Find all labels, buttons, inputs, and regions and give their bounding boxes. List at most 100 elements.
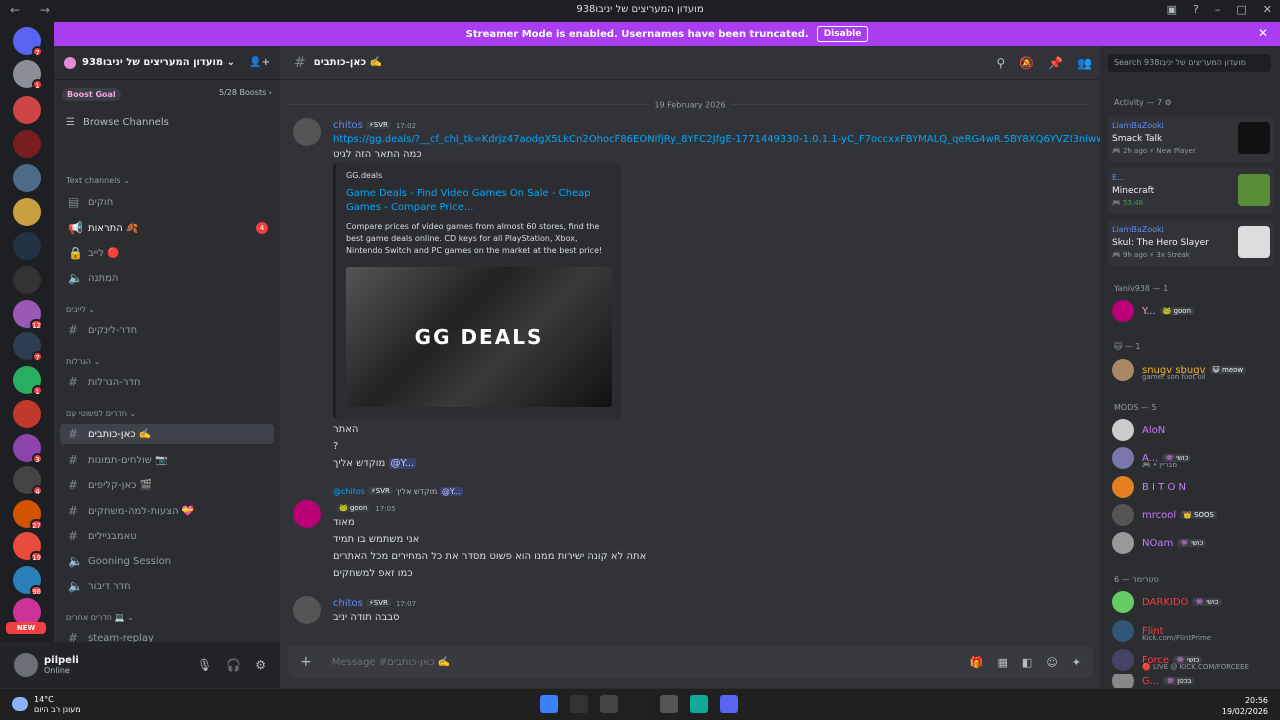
channel-item[interactable]: 🔈 חדר דיבור xyxy=(60,576,274,596)
member-item[interactable]: Flint Kick.com/FlintPrime xyxy=(1112,619,1274,643)
channel-item[interactable]: 🔈 Gooning Session xyxy=(60,551,274,571)
mute-icon[interactable]: 🔕 xyxy=(1019,56,1034,70)
channel-item[interactable]: # חדר-לינקים xyxy=(60,320,274,340)
channel-item[interactable]: 🔈 המתנה xyxy=(60,268,274,288)
server-icon[interactable]: 12 xyxy=(13,300,43,330)
message-link[interactable]: https://gg.deals/?__cf_chl_tk=Kdrjz47aod… xyxy=(333,134,1111,145)
threads-icon[interactable]: ⚲ xyxy=(996,56,1005,70)
members-icon[interactable]: 👥 xyxy=(1077,56,1092,70)
channel-item[interactable]: 📢 התראות 🍂 4 xyxy=(60,218,274,238)
server-icon[interactable]: 19 xyxy=(13,532,43,562)
channel-item-active[interactable]: # כאן-כותבים ✍️ xyxy=(60,424,274,444)
discord-icon[interactable] xyxy=(720,695,738,713)
avatar[interactable] xyxy=(293,500,321,528)
app-icon[interactable] xyxy=(660,695,678,713)
window-controls[interactable]: ▣? – □ ✕ xyxy=(1167,3,1272,16)
channel-item[interactable]: # חדר-הגרלות xyxy=(60,372,274,392)
channel-item[interactable]: # טאמבניילים xyxy=(60,526,274,546)
server-header[interactable]: מועדון המעריצים של יניבו938 ⌄ 👤+ xyxy=(54,46,280,80)
avatar[interactable] xyxy=(293,118,321,146)
embed-title[interactable]: Game Deals - Find Video Games On Sale - … xyxy=(346,187,616,215)
category-label[interactable]: הגרלות ⌄ xyxy=(66,357,100,366)
browse-channels[interactable]: ☰ Browse Channels xyxy=(66,117,268,128)
server-icon[interactable] xyxy=(13,164,41,192)
server-icon[interactable]: 3 xyxy=(13,434,43,464)
server-icon[interactable]: 27 xyxy=(13,500,43,530)
disable-button[interactable]: Disable xyxy=(816,26,869,42)
avatar[interactable] xyxy=(293,596,321,624)
channel-item[interactable]: # כאן-קליפים 🎬 xyxy=(60,475,274,495)
channel-item[interactable]: ▤ חוקים xyxy=(60,192,274,212)
category-label[interactable]: חדרים לפשוטי עם ⌄ xyxy=(66,409,136,418)
activity-card[interactable]: E... Minecraft 🎮 53:48 xyxy=(1108,168,1274,214)
category-label[interactable]: חדרים אחרים 💻 ⌄ xyxy=(66,613,134,622)
search-input[interactable]: Search מועדון המעריצים של יניבו938 xyxy=(1108,54,1271,72)
server-icon[interactable]: 1 xyxy=(13,60,43,90)
member-item[interactable]: AloN xyxy=(1112,418,1274,442)
message-author[interactable]: 🐸 goon 17:05 xyxy=(333,503,396,514)
server-icon[interactable] xyxy=(13,96,41,124)
server-icon[interactable]: 1 xyxy=(13,366,43,396)
invite-icon[interactable]: 👤+ xyxy=(249,57,270,68)
gift-icon[interactable]: 🎁 xyxy=(970,656,984,669)
gif-icon[interactable]: ▦ xyxy=(998,656,1008,669)
emoji-icon[interactable]: ☺ xyxy=(1046,656,1057,669)
message-text: האתר xyxy=(333,424,359,435)
member-item[interactable]: Y... 🐸 goon xyxy=(1112,299,1274,323)
headphones-icon[interactable]: 🎧 xyxy=(226,658,241,672)
close-icon[interactable]: ✕ xyxy=(1258,26,1268,40)
gear-icon[interactable]: ⚙ xyxy=(255,658,266,672)
message-placeholder[interactable]: Message #כאן-כותבים ✍️ xyxy=(332,657,451,668)
member-item[interactable]: G... 👾 בכטן xyxy=(1112,674,1274,688)
activity-card[interactable]: LiamBaZooki Skul: The Hero Slayer 🎮 9h ago… xyxy=(1108,220,1274,266)
user-name: pilpeli xyxy=(44,655,79,666)
member-item[interactable]: mrcool 👑 SOOS xyxy=(1112,503,1274,527)
server-icon[interactable] xyxy=(13,232,41,260)
server-icon[interactable] xyxy=(13,198,41,226)
member-item[interactable]: snugv sbugv 😺 meow gamer son foot oil xyxy=(1112,358,1274,382)
weather-widget[interactable]: 14°C מעונן רב היום xyxy=(12,695,81,715)
sticker-icon[interactable]: ◧ xyxy=(1022,656,1032,669)
channel-item[interactable]: # הצעות-למה-משחקים 💝 xyxy=(60,501,274,521)
member-item[interactable]: Force 👾 כושי 🔴 LIVE @ KICK.COM/FORCEEE xyxy=(1112,648,1274,672)
server-icon[interactable]: 4 xyxy=(13,466,43,496)
member-item[interactable]: A... 👾 כושי 🎮 • מבריין xyxy=(1112,446,1274,470)
boost-bar[interactable]: Boost Goal 5/28 Boosts › xyxy=(62,88,272,101)
server-icon[interactable] xyxy=(13,266,41,294)
server-icon[interactable] xyxy=(13,400,41,428)
channel-item[interactable]: 🔒 לייב 🔴 xyxy=(60,243,274,263)
server-icon[interactable]: 96 xyxy=(13,566,43,596)
avatar[interactable] xyxy=(14,653,38,677)
member-item[interactable]: NOam 👾 כושי xyxy=(1112,531,1274,555)
category-label[interactable]: לייבים ⌄ xyxy=(66,305,95,314)
message-author[interactable]: chitos ⚡SVR 17:07 xyxy=(333,598,416,609)
member-item[interactable]: DARKIDO 👾 כושי xyxy=(1112,590,1274,614)
streamer-mode-banner: Streamer Mode is enabled. Usernames have… xyxy=(54,22,1280,46)
microphone-icon[interactable]: 🎙 xyxy=(197,658,212,672)
reply-preview[interactable]: @chitos ⚡SVR מוקדש אליך @Y... xyxy=(333,487,463,496)
app-icon[interactable] xyxy=(630,695,648,713)
plus-icon[interactable]: + xyxy=(300,654,312,670)
task-view-icon[interactable] xyxy=(600,695,618,713)
inbox-icon: ▣ xyxy=(1166,3,1178,16)
banner-text: Streamer Mode is enabled. Usernames have… xyxy=(465,28,809,40)
activity-card[interactable]: LiamBaZooki Smack Talk 🎮 2h ago ⚡ New Play… xyxy=(1108,116,1274,162)
member-item[interactable]: B I T O N xyxy=(1112,475,1274,499)
server-icon[interactable]: 7 xyxy=(13,332,43,362)
game-icon xyxy=(1238,226,1270,258)
clock[interactable]: 20:56 19/02/2026 xyxy=(1222,695,1268,717)
embed-image[interactable]: GG DEALS xyxy=(346,267,612,407)
message-text: מאוד xyxy=(333,517,355,528)
server-icon[interactable] xyxy=(13,130,41,158)
message-author[interactable]: chitos ⚡SVR 17:02 xyxy=(333,120,416,131)
message-input[interactable]: + Message #כאן-כותבים ✍️ 🎁 ▦ ◧ ☺ ✦ xyxy=(288,646,1093,678)
category-label[interactable]: Text channels ⌄ xyxy=(66,176,130,185)
windows-start-icon[interactable] xyxy=(540,695,558,713)
channel-item[interactable]: # שולחים-תמונות 📷 xyxy=(60,450,274,470)
pin-icon[interactable]: 📌 xyxy=(1048,56,1063,70)
apps-icon[interactable]: ✦ xyxy=(1072,656,1081,669)
edge-icon[interactable] xyxy=(690,695,708,713)
user-mention[interactable]: @Y... xyxy=(388,458,417,469)
discord-home-icon[interactable]: 7 xyxy=(13,27,43,57)
search-icon[interactable] xyxy=(570,695,588,713)
